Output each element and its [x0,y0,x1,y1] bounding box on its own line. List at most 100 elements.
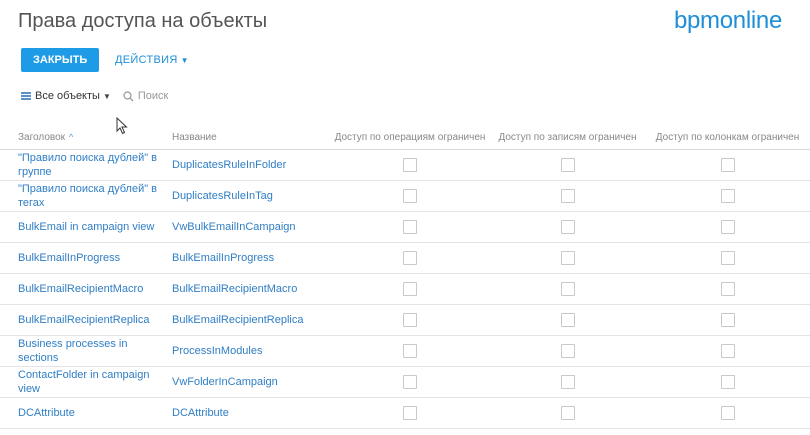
cell-columns [645,273,810,305]
records-restricted-checkbox[interactable] [560,406,575,421]
cell-ops [330,273,490,305]
column-header-caption[interactable]: Заголовок ^ [0,110,170,150]
column-header-ops[interactable]: Доступ по операциям ограничен [330,110,490,150]
cell-columns [645,366,810,398]
cell-records [490,149,645,181]
row-name-link[interactable]: VwFolderInCampaign [170,366,330,398]
row-name-link[interactable]: BulkEmailRecipientMacro [170,273,330,305]
cell-records [490,180,645,212]
search-box[interactable] [123,90,218,102]
ops-restricted-checkbox[interactable] [403,313,417,328]
cell-ops [330,304,490,336]
records-restricted-checkbox[interactable] [560,220,575,235]
records-restricted-checkbox[interactable] [560,189,575,204]
cell-records [490,273,645,305]
cell-columns [645,304,810,336]
cell-ops [330,397,490,429]
ops-restricted-checkbox[interactable] [403,220,417,235]
records-restricted-checkbox[interactable] [560,251,575,266]
cell-columns [645,180,810,212]
chevron-down-icon[interactable]: ▼ [103,92,111,101]
cell-records [490,304,645,336]
cell-ops [330,211,490,243]
cell-columns [645,211,810,243]
columns-restricted-checkbox[interactable] [720,313,735,328]
table-row[interactable]: BulkEmailInProgress BulkEmailInProgress [0,242,810,274]
page-title: Права доступа на объекты [18,10,268,32]
columns-restricted-checkbox[interactable] [720,406,735,421]
cell-ops [330,149,490,181]
all-objects-filter[interactable]: Все объекты [35,90,100,102]
records-restricted-checkbox[interactable] [560,282,575,297]
cell-records [490,211,645,243]
cell-columns [645,149,810,181]
row-caption-link[interactable]: "Правило поиска дублей" в группе [0,149,170,181]
row-caption-link[interactable]: Business processes in sections [0,335,170,367]
cell-records [490,335,645,367]
actions-button-label: ДЕЙСТВИЯ [115,54,178,66]
row-name-link[interactable]: DuplicatesRuleInTag [170,180,330,212]
table-row[interactable]: "Правило поиска дублей" в тегах Duplicate… [0,180,810,212]
close-button[interactable]: ЗАКРЫТЬ [21,48,100,72]
row-name-link[interactable]: BulkEmailRecipientReplica [170,304,330,336]
records-restricted-checkbox[interactable] [560,375,575,390]
columns-restricted-checkbox[interactable] [720,375,735,390]
table-row[interactable]: BulkEmailRecipientMacro BulkEmailRecipien… [0,273,810,305]
list-icon [21,91,31,101]
columns-restricted-checkbox[interactable] [720,251,735,266]
columns-restricted-checkbox[interactable] [720,158,735,173]
ops-restricted-checkbox[interactable] [403,375,417,390]
columns-restricted-checkbox[interactable] [720,220,735,235]
ops-restricted-checkbox[interactable] [403,282,417,297]
row-caption-link[interactable]: "Правило поиска дублей" в тегах [0,180,170,212]
row-caption-link[interactable]: DCAttribute [0,397,170,429]
columns-restricted-checkbox[interactable] [720,344,735,359]
table-row[interactable]: ContactFolder in campaign view VwFolderIn… [0,366,810,398]
row-caption-link[interactable]: BulkEmailRecipientMacro [0,273,170,305]
chevron-down-icon: ▼ [180,56,189,65]
search-input[interactable] [137,90,218,102]
cell-ops [330,366,490,398]
table-row[interactable]: BulkEmailRecipientReplica BulkEmailRecipi… [0,304,810,336]
table-row[interactable]: DCAttribute DCAttribute [0,397,810,429]
column-header-name[interactable]: Название [170,110,330,150]
search-icon [123,90,134,101]
cell-columns [645,335,810,367]
row-name-link[interactable]: VwBulkEmailInCampaign [170,211,330,243]
ops-restricted-checkbox[interactable] [403,406,417,421]
row-caption-link[interactable]: ContactFolder in campaign view [0,366,170,398]
row-name-link[interactable]: ProcessInModules [170,335,330,367]
row-name-link[interactable]: DCAttribute [170,397,330,429]
actions-button[interactable]: ДЕЙСТВИЯ ▼ [115,48,189,72]
ops-restricted-checkbox[interactable] [403,189,417,204]
cell-records [490,397,645,429]
cell-ops [330,335,490,367]
ops-restricted-checkbox[interactable] [403,251,417,266]
cell-ops [330,180,490,212]
records-restricted-checkbox[interactable] [560,158,575,173]
records-restricted-checkbox[interactable] [560,344,575,359]
bpmonline-logo: bpmonline [673,7,782,34]
table-row[interactable]: Business processes in sections ProcessInM… [0,335,810,367]
records-restricted-checkbox[interactable] [560,313,575,328]
columns-restricted-checkbox[interactable] [720,282,735,297]
table-row[interactable]: "Правило поиска дублей" в группе Duplicat… [0,149,810,181]
cell-records [490,242,645,274]
row-name-link[interactable]: BulkEmailInProgress [170,242,330,274]
cell-records [490,366,645,398]
column-header-columns[interactable]: Доступ по колонкам ограничен [645,110,810,150]
ops-restricted-checkbox[interactable] [403,158,417,173]
filter-bar: Все объекты ▼ [21,90,218,102]
column-header-records[interactable]: Доступ по записям ограничен [490,110,645,150]
table-header-row: Заголовок ^ Название Доступ по операциям … [0,110,810,150]
row-name-link[interactable]: DuplicatesRuleInFolder [170,149,330,181]
row-caption-link[interactable]: BulkEmailRecipientReplica [0,304,170,336]
ops-restricted-checkbox[interactable] [403,344,417,359]
cell-columns [645,397,810,429]
columns-restricted-checkbox[interactable] [720,189,735,204]
sort-ascending-icon: ^ [69,132,74,142]
table-row[interactable]: BulkEmail in campaign view VwBulkEmailInC… [0,211,810,243]
row-caption-link[interactable]: BulkEmailInProgress [0,242,170,274]
row-caption-link[interactable]: BulkEmail in campaign view [0,211,170,243]
objects-table: Заголовок ^ Название Доступ по операциям … [0,110,810,429]
